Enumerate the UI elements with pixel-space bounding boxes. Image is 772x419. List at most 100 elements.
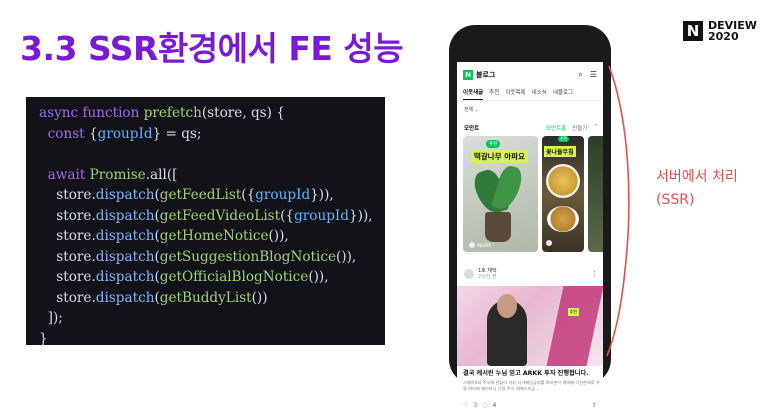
code-token: dispatch xyxy=(95,248,155,265)
code-block: async function prefetch(store, qs) { con… xyxy=(26,97,385,347)
code-token: ()), xyxy=(268,228,289,244)
code-token: })), xyxy=(349,207,373,224)
post-image-tag: 추천 xyxy=(567,308,579,316)
code-token: dispatch xyxy=(95,269,155,285)
code-token: groupId xyxy=(255,187,311,203)
code-token: getFeedVideoList xyxy=(159,207,281,224)
moment-home-link[interactable]: 모먼트홈 xyxy=(546,124,566,132)
plant-leaf-image xyxy=(491,163,525,213)
card-badge: 추천 xyxy=(486,140,501,148)
code-line: async function prefetch(store, qs) { xyxy=(39,103,385,124)
tab-4[interactable]: 내블로그 xyxy=(553,88,573,100)
slide-title: 3.3 SSR환경에서 FE 성능 xyxy=(20,29,404,68)
code-token: getSuggestionBlogNotice xyxy=(159,248,336,265)
code-line: store.dispatch(getFeedList({groupId})), xyxy=(39,185,385,206)
post-time: 2시간 전 xyxy=(478,274,497,280)
code-line: store.dispatch(getOfficialBlogNotice()), xyxy=(39,267,385,288)
brand-n-icon: N xyxy=(683,21,703,41)
share-icon[interactable]: ⇪ xyxy=(592,402,597,409)
code-line: ]); xyxy=(39,308,385,329)
code-line: store.dispatch(getFeedVideoList({groupId… xyxy=(39,206,385,227)
code-token: (store, qs) { xyxy=(201,105,285,121)
card-caption: 떡갈나무 아파요 xyxy=(471,150,528,163)
code-token: })), xyxy=(310,187,334,203)
code-token: dispatch xyxy=(95,228,155,244)
search-icon[interactable]: ⌕ xyxy=(578,70,582,80)
naver-logo-icon: N xyxy=(463,70,473,80)
code-token: groupId xyxy=(97,125,153,142)
comment-count: 4 xyxy=(492,402,497,409)
code-token: getFeedList xyxy=(159,187,242,203)
moment-card[interactable]: 추천 꽃나들무침 xyxy=(542,136,584,252)
code-token: getBuddyList xyxy=(159,289,252,306)
plant-pot-image xyxy=(485,212,511,242)
card-badge: 추천 xyxy=(558,136,570,142)
moment-card[interactable]: 추천 떡갈나무 아파요 INORM xyxy=(463,136,538,252)
code-token: const xyxy=(39,125,89,142)
post-header: 1호 재택 2시간 전 ⋮ xyxy=(464,268,598,280)
code-line: await Promise.all([ xyxy=(39,165,385,186)
post-body: 스페이X와 주식에 관심이 가지 시가배당금부를 여러분이 계약해 이끈한테로 … xyxy=(463,380,600,391)
collapse-icon[interactable]: ⌃ xyxy=(593,124,598,132)
code-line: store.dispatch(getSuggestionBlogNotice()… xyxy=(39,247,385,268)
post-image[interactable]: 추천 xyxy=(457,286,603,366)
moment-create-link[interactable]: 만들기 xyxy=(572,124,587,132)
code-token: { xyxy=(88,125,98,142)
code-token: store. xyxy=(39,269,96,285)
code-token: store. xyxy=(39,248,96,265)
tab-2[interactable]: 이웃목록 xyxy=(505,88,525,100)
avatar xyxy=(546,240,552,246)
code-token: groupId xyxy=(294,207,349,224)
ssr-annotation: 서버에서 처리 (SSR) xyxy=(656,166,738,212)
code-line: store.dispatch(getHomeNotice()), xyxy=(39,226,385,247)
code-token: prefetch xyxy=(143,105,202,121)
tab-3[interactable]: 내소식 xyxy=(532,88,547,100)
phone-screen: N 블로그 ⌕ ☰ 이웃새글 추천 이웃목록 내소식 내블로그 전체 ⌄ 모먼트 모먼트… xyxy=(457,62,603,417)
app-name: 블로그 xyxy=(476,71,496,79)
ssr-label-line2: (SSR) xyxy=(656,192,695,208)
avatar[interactable] xyxy=(464,269,474,279)
code-token: .all([ xyxy=(145,166,178,183)
code-token: getHomeNotice xyxy=(159,228,269,244)
code-token: ]); xyxy=(39,310,63,326)
code-token: async function xyxy=(39,105,144,121)
moment-cards: 추천 떡갈나무 아파요 INORM 추천 꽃나들무침 xyxy=(463,136,603,252)
code-token: store. xyxy=(39,207,96,224)
like-count: 3 xyxy=(473,402,478,409)
code-line: store.dispatch(getBuddyList()) xyxy=(39,288,385,309)
moment-card[interactable] xyxy=(588,136,603,252)
code-token: store. xyxy=(39,187,96,203)
card-user-name: INORM xyxy=(477,242,491,248)
tabs-divider xyxy=(457,100,603,101)
moment-title: 모먼트 xyxy=(464,126,480,132)
filter-dropdown[interactable]: 전체 ⌄ xyxy=(464,106,479,113)
card-caption: 꽃나들무침 xyxy=(544,146,576,157)
brand-logo: N DEVIEW 2020 xyxy=(683,20,757,42)
code-token: ({ xyxy=(280,207,295,224)
code-token: dispatch xyxy=(95,289,155,306)
tab-1[interactable]: 추천 xyxy=(489,88,499,100)
code-token: } = qs; xyxy=(152,125,202,142)
post-actions: ♡ 3 ◌ 4 ⇪ xyxy=(463,402,597,409)
code-token: store. xyxy=(39,228,96,244)
ssr-bracket-arc xyxy=(606,65,630,357)
code-token: getOfficialBlogNotice xyxy=(159,269,309,285)
code-token: Promise xyxy=(89,166,146,183)
blog-tabs: 이웃새글 추천 이웃목록 내소식 내블로그 xyxy=(457,88,603,100)
app-header: N 블로그 ⌕ ☰ xyxy=(463,68,597,82)
avatar xyxy=(469,242,475,248)
moment-header: 모먼트 모먼트홈 만들기 ⌃ xyxy=(464,124,598,132)
code-token: ()), xyxy=(308,269,329,285)
tab-0[interactable]: 이웃새글 xyxy=(463,88,484,100)
food-image xyxy=(546,164,580,198)
heart-icon[interactable]: ♡ xyxy=(463,402,468,409)
menu-icon[interactable]: ☰ xyxy=(590,70,597,80)
more-icon[interactable]: ⋮ xyxy=(591,270,598,278)
code-token: ()), xyxy=(336,248,357,265)
code-token: await xyxy=(39,166,90,183)
comment-icon[interactable]: ◌ xyxy=(482,402,487,409)
post-title[interactable]: 결국 케서린 누님 믿고 ARKK 투자 진행합니다. xyxy=(463,368,603,377)
food-image xyxy=(547,206,579,232)
ssr-label-line1: 서버에서 처리 xyxy=(656,169,738,185)
